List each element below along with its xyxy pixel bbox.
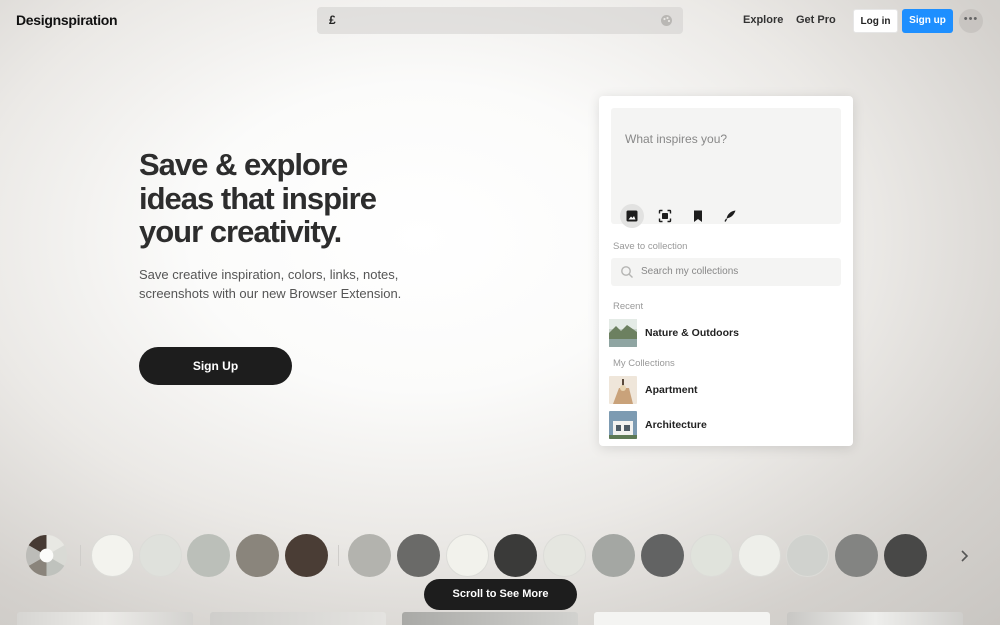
bookmark-tool-button[interactable] [686,204,710,228]
color-swatch[interactable] [187,534,230,577]
hero-title: Save & explore ideas that inspire your c… [139,148,469,249]
nav-explore[interactable]: Explore [743,14,783,26]
hero-subtitle: Save creative inspiration, colors, links… [139,265,439,303]
color-swatch[interactable] [690,534,733,577]
collection-thumbnail [609,319,637,347]
hero-signup-button[interactable]: Sign Up [139,347,292,385]
color-swatch[interactable] [348,534,391,577]
screenshot-icon [658,209,672,223]
site-logo[interactable]: Designspiration [16,12,118,28]
color-swatch[interactable] [139,534,182,577]
nav-get-pro[interactable]: Get Pro [796,14,836,26]
collection-name: Architecture [645,419,707,431]
feed-card[interactable] [402,612,578,625]
feed-card[interactable] [594,612,770,625]
collection-item-nature-outdoors[interactable]: Nature & Outdoors [609,319,843,347]
hero-title-line: your creativity. [139,214,342,249]
feed-card[interactable] [210,612,386,625]
color-swatch[interactable] [446,534,489,577]
color-swatch[interactable] [835,534,878,577]
search-bar[interactable]: £ [317,7,683,34]
color-swatch[interactable] [738,534,781,577]
collection-item-architecture[interactable]: Architecture [609,411,843,439]
hero-title-line: Save & explore [139,147,348,182]
top-nav: Designspiration £ Explore Get Pro Log in… [0,0,1000,42]
color-swatch[interactable] [543,534,586,577]
save-to-collection-label: Save to collection [613,241,688,252]
collection-name: Apartment [645,384,698,396]
color-swatch[interactable] [91,534,134,577]
search-icon [621,266,633,278]
search-input[interactable]: £ [329,13,336,27]
color-swatch[interactable] [884,534,927,577]
compose-placeholder: What inspires you? [625,132,728,146]
color-swatch[interactable] [641,534,684,577]
color-palette-icon[interactable] [660,14,673,27]
more-options-button[interactable]: ••• [959,9,983,33]
quill-icon [724,210,736,222]
collection-thumbnail [609,411,637,439]
collection-thumbnail [609,376,637,404]
collection-search-field[interactable]: Search my collections [611,258,841,286]
hero-title-line: ideas that inspire [139,180,377,216]
signup-button[interactable]: Sign up [902,9,953,33]
image-icon [626,210,638,222]
inspiration-compose-area[interactable]: What inspires you? [611,108,841,228]
scroll-to-see-more-button[interactable]: Scroll to See More [424,579,577,610]
collection-search-placeholder: Search my collections [641,266,739,277]
color-swatch[interactable] [592,534,635,577]
note-tool-button[interactable] [718,204,742,228]
feed-card[interactable] [787,612,963,625]
collection-item-apartment[interactable]: Apartment [609,376,843,404]
hero-subtitle-line: Save creative inspiration, colors, links… [139,267,399,282]
screenshot-tool-button[interactable] [653,204,677,228]
chevron-right-icon[interactable] [956,546,972,566]
color-palette-wheel-icon[interactable] [25,534,68,577]
color-swatch[interactable] [397,534,440,577]
recent-label: Recent [613,301,644,312]
color-swatch[interactable] [236,534,279,577]
swatch-divider [338,545,339,566]
swatch-divider [80,545,81,566]
login-button[interactable]: Log in [853,9,898,33]
feed-card[interactable] [17,612,193,625]
my-collections-label: My Collections [613,358,675,369]
hero-subtitle-line: screenshots with our new Browser Extensi… [139,286,402,301]
collection-name: Nature & Outdoors [645,327,739,339]
bookmark-icon [694,210,702,222]
color-swatch[interactable] [285,534,328,577]
color-swatch[interactable] [786,534,829,577]
image-tool-button[interactable] [620,204,644,228]
color-swatch[interactable] [494,534,537,577]
browser-extension-panel: What inspires you? Save to collection Se… [599,96,853,446]
